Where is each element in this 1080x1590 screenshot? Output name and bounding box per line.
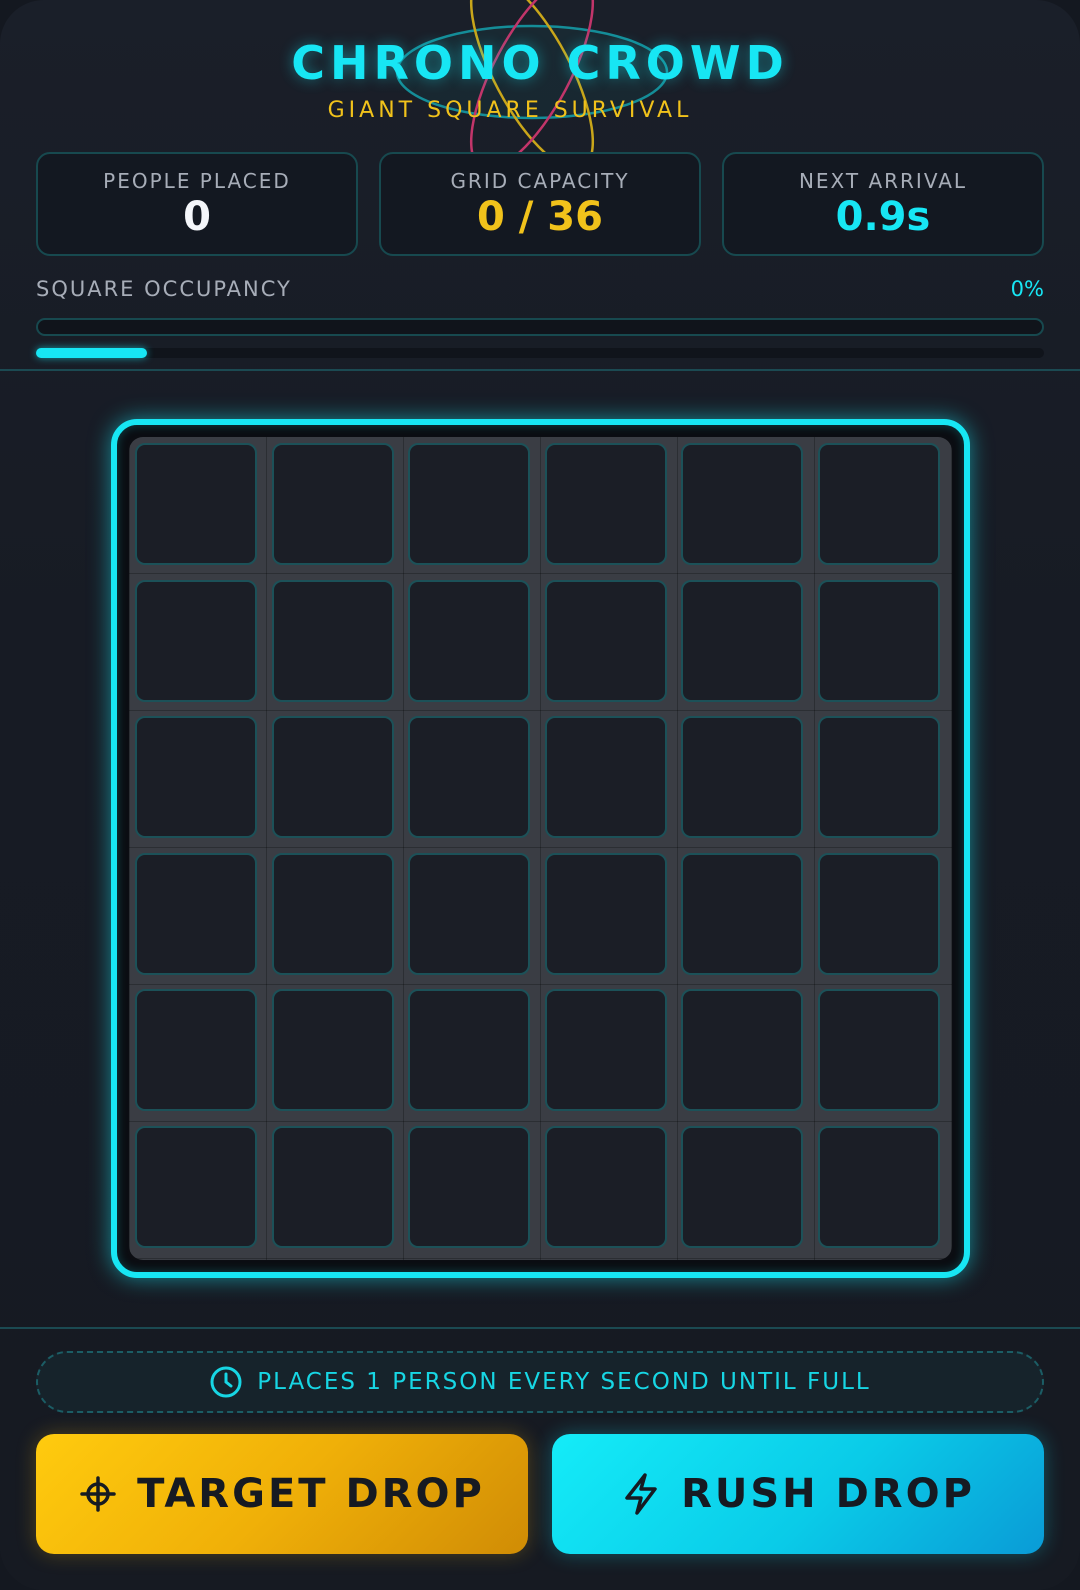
game-screen: CHRONO CROWD GIANT SQUARE SURVIVAL PEOPL… — [0, 0, 1080, 1590]
grid-cell[interactable] — [817, 716, 940, 838]
grid-cell[interactable] — [544, 989, 667, 1111]
grid-cell[interactable] — [408, 1125, 530, 1248]
grid-cell[interactable] — [271, 852, 394, 975]
rush-drop-button[interactable]: RUSH DROP — [552, 1434, 1044, 1554]
people-placed-card: PEOPLE PLACED 0 — [36, 152, 358, 256]
grid-capacity-card: GRID CAPACITY 0 / 36 — [379, 152, 701, 256]
grid-cell[interactable] — [271, 716, 394, 838]
target-drop-button[interactable]: TARGET DROP — [36, 1434, 528, 1554]
grid-cell[interactable] — [817, 443, 940, 565]
grid-cell[interactable] — [817, 852, 940, 975]
grid-cell[interactable] — [135, 1125, 257, 1248]
grid-cell[interactable] — [271, 443, 394, 565]
board-grid — [129, 437, 952, 1260]
grid-cell[interactable] — [544, 579, 667, 702]
grid-cell[interactable] — [681, 989, 803, 1111]
grid-cell[interactable] — [408, 852, 530, 975]
game-board — [111, 419, 970, 1278]
grid-capacity-value: 0 / 36 — [477, 194, 603, 240]
people-placed-label: PEOPLE PLACED — [103, 169, 291, 193]
clock-icon — [210, 1366, 242, 1398]
next-arrival-value: 0.9s — [835, 194, 931, 240]
next-arrival-card: NEXT ARRIVAL 0.9s — [722, 152, 1044, 256]
grid-cell[interactable] — [681, 1125, 803, 1248]
grid-cell[interactable] — [408, 716, 530, 838]
lightning-icon — [625, 1473, 657, 1515]
next-arrival-label: NEXT ARRIVAL — [798, 169, 968, 193]
footer-divider — [0, 1327, 1080, 1329]
grid-cell[interactable] — [544, 443, 667, 565]
grid-capacity-label: GRID CAPACITY — [450, 169, 630, 193]
grid-cell[interactable] — [681, 579, 803, 702]
grid-cell[interactable] — [135, 852, 257, 975]
target-drop-label: TARGET DROP — [137, 1471, 485, 1517]
grid-cell[interactable] — [544, 716, 667, 838]
grid-cell[interactable] — [271, 989, 394, 1111]
occupancy-progress-bar — [36, 318, 1044, 336]
grid-cell[interactable] — [681, 443, 803, 565]
grid-cell[interactable] — [408, 443, 530, 565]
grid-cell[interactable] — [408, 989, 530, 1111]
grid-cell[interactable] — [681, 716, 803, 838]
rush-drop-label: RUSH DROP — [681, 1471, 975, 1517]
header-divider — [0, 369, 1080, 371]
info-banner: PLACES 1 PERSON EVERY SECOND UNTIL FULL — [36, 1351, 1044, 1413]
occupancy-value: 0% — [1010, 277, 1044, 301]
grid-cell[interactable] — [135, 716, 257, 838]
grid-cell[interactable] — [544, 1125, 667, 1248]
grid-cell[interactable] — [135, 989, 257, 1111]
arrival-timer-fill — [36, 348, 147, 358]
game-title: CHRONO CROWD — [291, 36, 789, 90]
grid-cell[interactable] — [544, 852, 667, 975]
grid-cell[interactable] — [271, 1125, 394, 1248]
arrival-timer-track — [36, 348, 1044, 358]
grid-cell[interactable] — [408, 579, 530, 702]
grid-cell[interactable] — [681, 852, 803, 975]
info-text: PLACES 1 PERSON EVERY SECOND UNTIL FULL — [257, 1369, 871, 1395]
game-subtitle: GIANT SQUARE SURVIVAL — [327, 98, 693, 123]
people-placed-value: 0 — [183, 194, 211, 240]
grid-cell[interactable] — [135, 443, 257, 565]
grid-cell[interactable] — [817, 579, 940, 702]
grid-cell[interactable] — [817, 1125, 940, 1248]
grid-cell[interactable] — [135, 579, 257, 702]
occupancy-label: SQUARE OCCUPANCY — [36, 277, 292, 301]
crosshair-icon — [80, 1476, 116, 1512]
grid-cell[interactable] — [271, 579, 394, 702]
grid-cell[interactable] — [817, 989, 940, 1111]
